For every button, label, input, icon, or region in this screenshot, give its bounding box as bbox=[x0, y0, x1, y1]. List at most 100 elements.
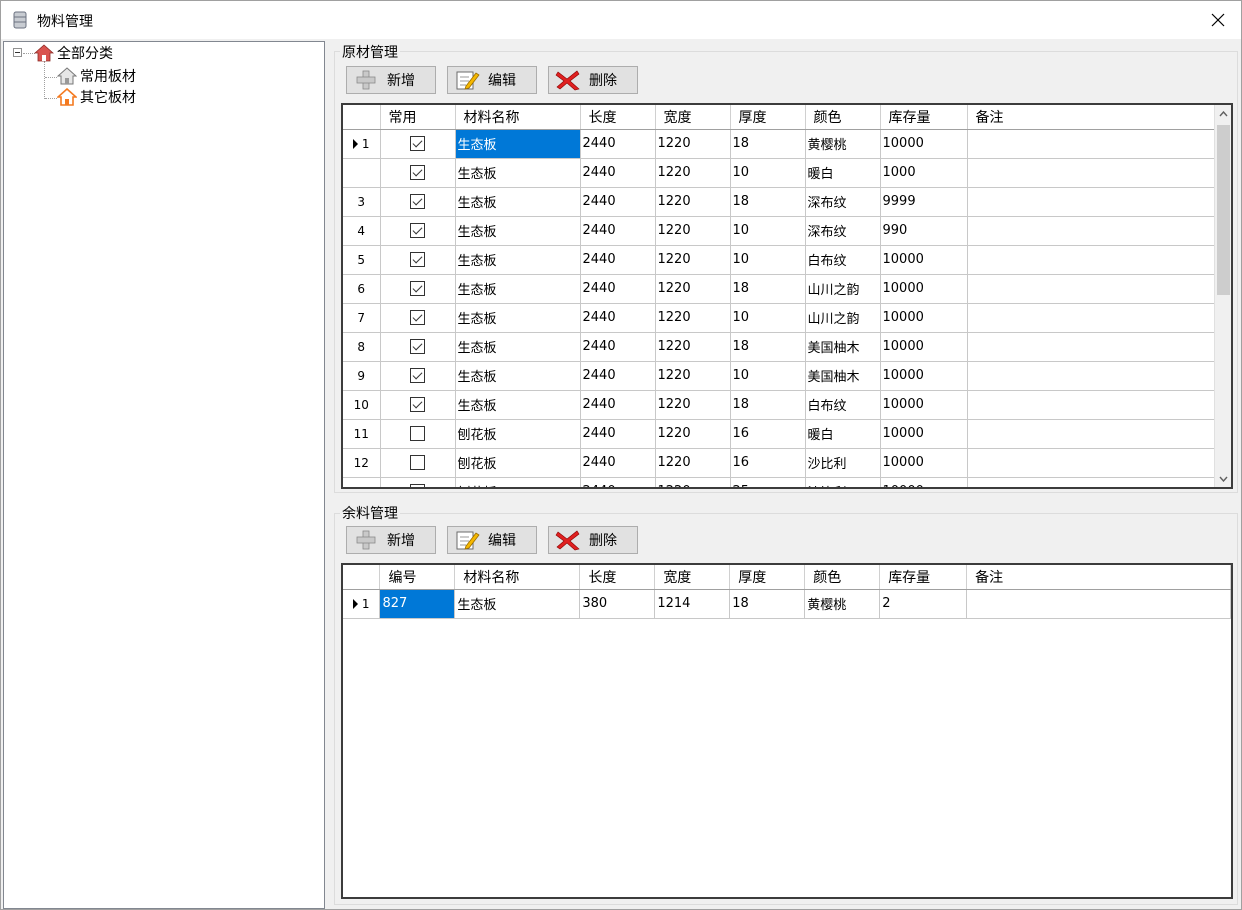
column-header[interactable]: 宽度 bbox=[654, 565, 731, 590]
cell-name[interactable]: 生态板 bbox=[455, 361, 581, 391]
cell-width[interactable]: 1220 bbox=[655, 390, 731, 420]
cell-note[interactable] bbox=[967, 158, 1219, 188]
cell-length[interactable]: 2440 bbox=[580, 187, 656, 217]
cell-width[interactable]: 1220 bbox=[655, 129, 731, 159]
cell-note[interactable] bbox=[967, 448, 1219, 478]
cell-color[interactable]: 美国柚木 bbox=[805, 361, 881, 391]
row-header[interactable]: 1 bbox=[343, 589, 381, 619]
common-checkbox[interactable] bbox=[410, 455, 425, 470]
cell-thickness[interactable]: 10 bbox=[730, 245, 806, 275]
cell-note[interactable] bbox=[967, 274, 1219, 304]
cell-note[interactable] bbox=[967, 332, 1219, 362]
raw-grid-scrollbar[interactable] bbox=[1214, 105, 1231, 487]
cell-stock[interactable]: 990 bbox=[880, 216, 968, 246]
cell-length[interactable]: 2440 bbox=[580, 216, 656, 246]
common-cell[interactable] bbox=[380, 216, 456, 246]
cell-thickness[interactable]: 10 bbox=[730, 361, 806, 391]
cell-name[interactable]: 生态板 bbox=[455, 303, 581, 333]
tree-node-other-board[interactable]: 其它板材 bbox=[57, 88, 136, 106]
common-cell[interactable] bbox=[380, 187, 456, 217]
cell-length[interactable]: 2440 bbox=[580, 129, 656, 159]
table-row[interactable]: 10 生态板 2440 1220 18 白布纹 10000 bbox=[343, 390, 1219, 420]
table-row[interactable]: 生态板 2440 1220 10 暖白 1000 bbox=[343, 158, 1219, 188]
cell-thickness[interactable]: 18 bbox=[730, 332, 806, 362]
common-cell[interactable] bbox=[380, 390, 456, 420]
row-header[interactable]: 13 bbox=[343, 477, 381, 487]
common-cell[interactable] bbox=[380, 361, 456, 391]
row-header[interactable]: 4 bbox=[343, 216, 381, 246]
column-header[interactable]: 长度 bbox=[579, 565, 656, 590]
remnant-edit-button[interactable]: 编辑 bbox=[447, 526, 537, 554]
column-header[interactable]: 库存量 bbox=[879, 565, 968, 590]
cell-stock[interactable]: 9999 bbox=[880, 187, 968, 217]
row-header[interactable]: 9 bbox=[343, 361, 381, 391]
common-checkbox[interactable] bbox=[410, 397, 425, 412]
table-row[interactable]: 13 刨花板2440122025沙比利10000 bbox=[343, 477, 1219, 487]
cell-stock[interactable]: 10000 bbox=[880, 303, 968, 333]
table-row[interactable]: 12 刨花板 2440 1220 16 沙比利 10000 bbox=[343, 448, 1219, 478]
cell-color[interactable]: 深布纹 bbox=[805, 216, 881, 246]
cell-color[interactable]: 山川之韵 bbox=[805, 274, 881, 304]
common-cell[interactable] bbox=[380, 129, 456, 159]
table-row[interactable]: 3 生态板 2440 1220 18 深布纹 9999 bbox=[343, 187, 1219, 217]
cell-length[interactable]: 2440 bbox=[580, 245, 656, 275]
column-header[interactable]: 备注 bbox=[966, 565, 1231, 590]
remnant-delete-button[interactable]: 删除 bbox=[548, 526, 638, 554]
cell-code[interactable]: 827 bbox=[379, 589, 456, 619]
cell-length[interactable]: 2440 bbox=[580, 448, 656, 478]
row-header[interactable]: 1 bbox=[343, 129, 381, 159]
cell-color[interactable]: 深布纹 bbox=[805, 187, 881, 217]
cell-note[interactable] bbox=[967, 361, 1219, 391]
cell-width[interactable]: 1220 bbox=[655, 274, 731, 304]
cell-color[interactable]: 山川之韵 bbox=[805, 303, 881, 333]
raw-edit-button[interactable]: 编辑 bbox=[447, 66, 537, 94]
cell-thickness[interactable]: 16 bbox=[730, 448, 806, 478]
cell-note[interactable] bbox=[967, 187, 1219, 217]
table-row[interactable]: 9 生态板 2440 1220 10 美国柚木 10000 bbox=[343, 361, 1219, 391]
scroll-down-icon[interactable] bbox=[1215, 470, 1231, 487]
cell-color[interactable]: 沙比利 bbox=[805, 448, 881, 478]
cell-width[interactable]: 1220 bbox=[655, 477, 731, 487]
cell-note[interactable] bbox=[967, 216, 1219, 246]
cell-length[interactable]: 2440 bbox=[580, 390, 656, 420]
common-checkbox[interactable] bbox=[410, 426, 425, 441]
common-checkbox[interactable] bbox=[410, 368, 425, 383]
scroll-thumb[interactable] bbox=[1217, 125, 1230, 295]
cell-color[interactable]: 白布纹 bbox=[805, 390, 881, 420]
table-row[interactable]: 8 生态板 2440 1220 18 美国柚木 10000 bbox=[343, 332, 1219, 362]
common-checkbox[interactable] bbox=[410, 194, 425, 209]
cell-length[interactable]: 2440 bbox=[580, 419, 656, 449]
cell-name[interactable]: 刨花板 bbox=[455, 419, 581, 449]
cell-note[interactable] bbox=[967, 419, 1219, 449]
table-row[interactable]: 1 827 生态板 380 1214 18 黄樱桃 2 bbox=[343, 589, 1231, 619]
cell-thickness[interactable]: 10 bbox=[730, 216, 806, 246]
cell-stock[interactable]: 10000 bbox=[880, 332, 968, 362]
cell-length[interactable]: 2440 bbox=[580, 477, 656, 487]
cell-width[interactable]: 1220 bbox=[655, 303, 731, 333]
column-header[interactable]: 长度 bbox=[580, 105, 656, 130]
table-row[interactable]: 4 生态板 2440 1220 10 深布纹 990 bbox=[343, 216, 1219, 246]
common-checkbox[interactable] bbox=[410, 165, 425, 180]
cell-name[interactable]: 刨花板 bbox=[455, 477, 581, 487]
common-checkbox[interactable] bbox=[410, 136, 425, 151]
column-header[interactable]: 编号 bbox=[379, 565, 456, 590]
cell-name[interactable]: 刨花板 bbox=[455, 448, 581, 478]
cell-thickness[interactable]: 18 bbox=[730, 129, 806, 159]
row-header[interactable]: 7 bbox=[343, 303, 381, 333]
cell-name[interactable]: 生态板 bbox=[455, 187, 581, 217]
cell-width[interactable]: 1220 bbox=[655, 448, 731, 478]
cell-thickness[interactable]: 10 bbox=[730, 303, 806, 333]
scroll-up-icon[interactable] bbox=[1215, 105, 1231, 122]
row-header[interactable]: 5 bbox=[343, 245, 381, 275]
common-cell[interactable] bbox=[380, 303, 456, 333]
cell-length[interactable]: 2440 bbox=[580, 158, 656, 188]
cell-thickness[interactable]: 18 bbox=[730, 274, 806, 304]
raw-material-grid[interactable]: 常用 材料名称 长度 宽度 厚度 颜色 库存量 备注 1 生态板 2440 1220 1… bbox=[341, 103, 1233, 489]
column-header[interactable]: 厚度 bbox=[729, 565, 806, 590]
row-header[interactable]: 10 bbox=[343, 390, 381, 420]
cell-name[interactable]: 生态板 bbox=[455, 390, 581, 420]
tree-node-all[interactable]: 全部分类 bbox=[34, 44, 113, 62]
column-header[interactable]: 备注 bbox=[967, 105, 1219, 130]
cell-color[interactable]: 黄樱桃 bbox=[805, 129, 881, 159]
row-header[interactable]: 3 bbox=[343, 187, 381, 217]
